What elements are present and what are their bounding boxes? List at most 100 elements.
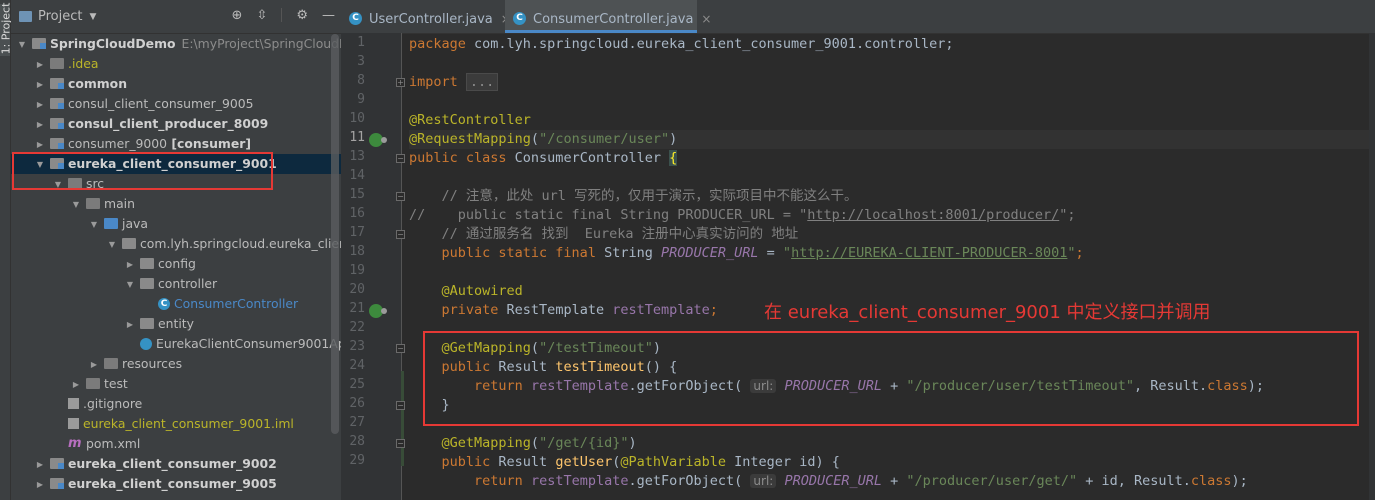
module-highlight-box bbox=[12, 152, 273, 190]
collapsed-arrow-icon[interactable]: ▶ bbox=[35, 95, 45, 115]
code-line[interactable]: // 通过服务名 找到 Eureka 注册中心真实访问的 地址 bbox=[409, 225, 799, 244]
tree-row[interactable]: ▼ com.lyh.springcloud.eureka_client_ bbox=[11, 234, 341, 254]
tree-row[interactable]: ▼ controller bbox=[11, 274, 341, 294]
expanded-arrow-icon[interactable]: ▼ bbox=[125, 275, 135, 295]
expanded-arrow-icon[interactable]: ▼ bbox=[17, 35, 27, 55]
fold-icon[interactable]: − bbox=[396, 344, 405, 353]
tab-usercontroller[interactable]: CUserController.java× bbox=[341, 0, 511, 33]
collapsed-arrow-icon[interactable]: ▶ bbox=[89, 355, 99, 375]
collapsed-arrow-icon[interactable]: ▶ bbox=[125, 255, 135, 275]
tree-row[interactable]: ▶ consul_client_producer_8009 bbox=[11, 114, 341, 134]
gear-icon[interactable]: ⚙ bbox=[296, 8, 308, 23]
collapsed-arrow-icon[interactable]: ▶ bbox=[35, 55, 45, 75]
collapse-all-icon[interactable]: ⇳ bbox=[256, 8, 267, 23]
tree-row[interactable]: C ConsumerController bbox=[11, 294, 341, 314]
code-line[interactable]: @RestController bbox=[409, 111, 531, 130]
tree-row[interactable]: ▶ test bbox=[11, 374, 341, 394]
project-panel: Project ▼ ⊕ ⇳ ⚙ — ▼ SpringCloudDemo E:\myP… bbox=[11, 0, 341, 500]
tree-row[interactable]: ▼ SpringCloudDemo E:\myProject\SpringCloud… bbox=[11, 34, 341, 54]
tree-row[interactable]: ▶ .idea bbox=[11, 54, 341, 74]
code-token: Result bbox=[498, 454, 556, 470]
code-line[interactable]: @Autowired bbox=[409, 282, 523, 301]
editor-gutter: 1 3 8 9 10 11 13 14 15 16 17 18 19 20 21 22 23 24 25 26 27 28… bbox=[341, 33, 405, 500]
tree-row[interactable]: ▶ consul_client_consumer_9005 bbox=[11, 94, 341, 114]
expanded-arrow-icon[interactable]: ▼ bbox=[71, 195, 81, 215]
project-title: Project bbox=[38, 9, 83, 24]
tree-row[interactable]: EurekaClientConsumer9001App bbox=[11, 334, 341, 354]
collapsed-arrow-icon[interactable]: ▶ bbox=[125, 315, 135, 335]
collapsed-arrow-icon[interactable]: ▶ bbox=[71, 375, 81, 395]
code-line[interactable]: public class ConsumerController { bbox=[409, 149, 678, 168]
bean-navigation-icon[interactable] bbox=[369, 304, 387, 318]
line-number: 29 bbox=[349, 453, 365, 468]
code-line[interactable]: private RestTemplate restTemplate; bbox=[409, 301, 718, 320]
fold-icon[interactable]: − bbox=[396, 401, 405, 410]
code-line[interactable]: @RequestMapping("/consumer/user") bbox=[409, 130, 1375, 149]
code-line[interactable]: public static final String PRODUCER_URL … bbox=[409, 244, 1084, 263]
collapsed-arrow-icon[interactable]: ▶ bbox=[35, 115, 45, 135]
fold-icon[interactable]: − bbox=[396, 439, 405, 448]
code-line[interactable]: public Result getUser(@PathVariable Inte… bbox=[409, 453, 840, 472]
folder-icon bbox=[104, 358, 118, 369]
tree-row[interactable]: ▶ entity bbox=[11, 314, 341, 334]
line-number: 9 bbox=[357, 92, 365, 107]
code-token: @PathVariable bbox=[620, 454, 735, 470]
tree-row[interactable]: ▶ consumer_9000 [consumer] bbox=[11, 134, 341, 154]
fold-icon[interactable]: − bbox=[396, 230, 405, 239]
minimize-icon[interactable]: — bbox=[322, 8, 335, 23]
folded-imports[interactable]: ... bbox=[465, 73, 499, 91]
tree-row[interactable]: ▶ eureka_client_consumer_9005 bbox=[11, 474, 341, 494]
expanded-arrow-icon[interactable]: ▼ bbox=[107, 235, 117, 255]
line-number: 26 bbox=[349, 396, 365, 411]
collapsed-arrow-icon[interactable]: ▶ bbox=[35, 475, 45, 495]
editor-scrollbar[interactable] bbox=[1369, 33, 1375, 500]
tree-row[interactable]: eureka_client_consumer_9001.iml bbox=[11, 414, 341, 434]
project-icon bbox=[19, 11, 32, 22]
expanded-arrow-icon[interactable]: ▼ bbox=[89, 215, 99, 235]
tree-row[interactable]: ▶ config bbox=[11, 254, 341, 274]
tree-row[interactable]: ▶ eureka_client_consumer_9002 bbox=[11, 454, 341, 474]
locate-icon[interactable]: ⊕ bbox=[232, 8, 243, 23]
tree-row[interactable]: ▶ resources bbox=[11, 354, 341, 374]
line-number: 10 bbox=[349, 111, 365, 126]
project-scrollbar[interactable] bbox=[331, 34, 339, 434]
line-number: 17 bbox=[349, 225, 365, 240]
code-token: import bbox=[409, 74, 466, 90]
code-line[interactable]: return restTemplate.getForObject( url: P… bbox=[409, 472, 1248, 491]
tree-item-label: pom.xml bbox=[86, 436, 141, 451]
pkg-icon bbox=[140, 278, 154, 289]
collapsed-arrow-icon[interactable]: ▶ bbox=[35, 455, 45, 475]
tree-row[interactable]: m pom.xml bbox=[11, 434, 341, 454]
tree-row[interactable]: ▼ main bbox=[11, 194, 341, 214]
code-token: @Autowired bbox=[441, 283, 523, 299]
code-line[interactable]: // public static final String PRODUCER_U… bbox=[409, 206, 1076, 225]
code-token: public static final bbox=[441, 245, 605, 261]
fold-icon[interactable]: − bbox=[396, 154, 405, 163]
tree-row[interactable]: ▶ common bbox=[11, 74, 341, 94]
fold-icon[interactable]: − bbox=[396, 192, 405, 201]
matched-brace: { bbox=[669, 150, 678, 166]
close-icon[interactable]: × bbox=[701, 12, 711, 26]
module-icon bbox=[50, 98, 64, 109]
code-line[interactable]: @GetMapping("/get/{id}") bbox=[409, 434, 637, 453]
tab-consumercontroller[interactable]: C ConsumerController.java × bbox=[505, 0, 711, 33]
project-view-selector[interactable]: Project ▼ bbox=[19, 9, 96, 24]
code-token: private bbox=[441, 302, 507, 318]
code-line[interactable]: // 注意，此处 url 写死的，仅用于演示，实际项目中不能这么干。 bbox=[409, 187, 858, 206]
bean-navigation-icon[interactable] bbox=[369, 133, 387, 147]
tree-row[interactable]: .gitignore bbox=[11, 394, 341, 414]
code-token: @RestController bbox=[409, 112, 531, 128]
code-line[interactable]: package com.lyh.springcloud.eureka_clien… bbox=[409, 35, 954, 54]
fold-icon[interactable]: + bbox=[396, 78, 405, 87]
code-editor[interactable]: package com.lyh.springcloud.eureka_clien… bbox=[409, 33, 1375, 500]
tree-item-label: main bbox=[104, 196, 135, 211]
code-line[interactable]: import ... bbox=[409, 73, 499, 92]
collapsed-arrow-icon[interactable]: ▶ bbox=[35, 75, 45, 95]
tree-row[interactable]: ▼ java bbox=[11, 214, 341, 234]
code-token: " bbox=[1067, 245, 1076, 261]
module-icon bbox=[32, 38, 46, 49]
module-icon bbox=[50, 78, 64, 89]
